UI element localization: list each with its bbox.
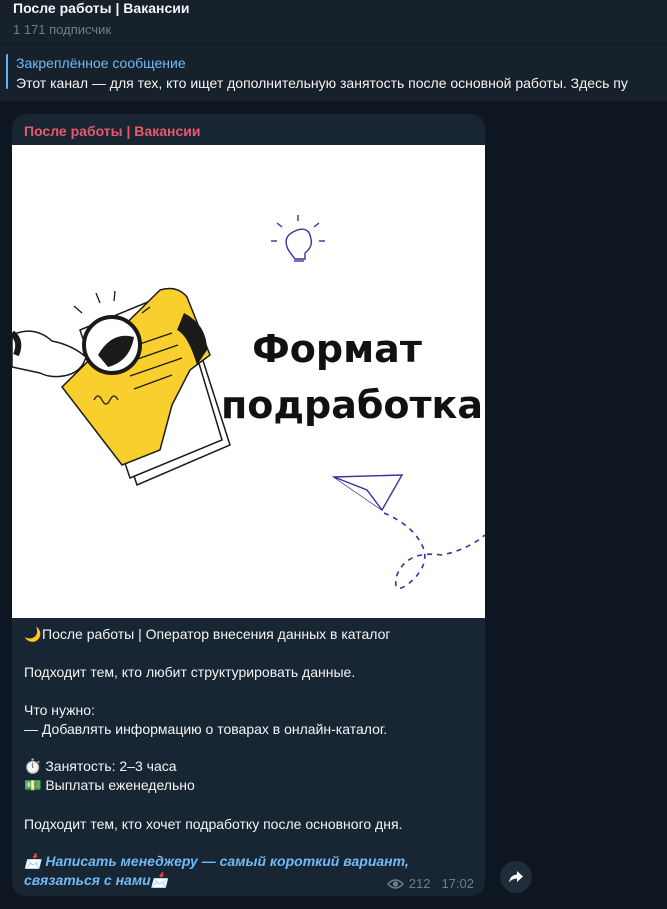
- hand: [12, 330, 87, 378]
- contact-link-line1[interactable]: 📩 Написать менеджеру — самый короткий ва…: [24, 853, 409, 870]
- message-bubble: После работы | Вакансии Формат подработк…: [12, 114, 485, 896]
- contact-link-text2[interactable]: связаться с нами: [24, 872, 151, 888]
- envelope-emoji: 📩: [24, 853, 42, 869]
- intro-line: Подходит тем, кто любит структурировать …: [24, 664, 356, 680]
- stopwatch-emoji: ⏱️: [24, 758, 42, 774]
- channel-title[interactable]: После работы | Вакансии: [13, 0, 189, 16]
- chat-header[interactable]: После работы | Вакансии 1 171 подписчик: [0, 0, 667, 44]
- illustration: Формат подработка: [12, 215, 485, 590]
- message-time: 17:02: [441, 876, 474, 891]
- moon-emoji: 🌙: [24, 626, 42, 642]
- headline-line2: подработка: [221, 383, 483, 427]
- message-author[interactable]: После работы | Вакансии: [24, 123, 200, 139]
- payments-line: 💵 Выплаты еженедельно: [24, 777, 195, 794]
- view-count: 212: [408, 876, 431, 891]
- post-title: После работы | Оператор внесения данных …: [42, 626, 391, 642]
- contact-link-line2[interactable]: связаться с нами📩: [24, 872, 168, 889]
- need-label: Что нужно:: [24, 702, 95, 718]
- employment-text: Занятость: 2–3 часа: [45, 758, 177, 774]
- pinned-text: Этот канал — для тех, кто ищет дополните…: [16, 75, 628, 91]
- message-meta: 212 17:02: [386, 876, 474, 891]
- share-button[interactable]: [500, 861, 532, 893]
- pinned-title: Закреплённое сообщение: [16, 55, 186, 71]
- pinned-message-bar[interactable]: Закреплённое сообщение Этот канал — для …: [0, 45, 667, 101]
- share-icon: [509, 871, 523, 883]
- need-item: — Добавлять информацию о товарах в онлай…: [24, 721, 388, 737]
- post-title-line: 🌙После работы | Оператор внесения данных…: [24, 626, 391, 643]
- plane-trail: [383, 512, 485, 590]
- message-image[interactable]: Формат подработка: [12, 145, 485, 618]
- employment-line: ⏱️ Занятость: 2–3 часа: [24, 758, 177, 775]
- payments-text: Выплаты еженедельно: [45, 777, 195, 793]
- banknote-emoji: 💵: [24, 777, 42, 793]
- subscriber-count: 1 171 подписчик: [13, 22, 112, 37]
- envelope-emoji: 📩: [150, 872, 169, 888]
- contact-link-text1[interactable]: Написать менеджеру — самый короткий вари…: [45, 853, 408, 869]
- headline-line1: Формат: [252, 327, 422, 371]
- pinned-indicator: [6, 54, 8, 89]
- eye-icon: [386, 878, 404, 889]
- closing-line: Подходит тем, кто хочет подработку после…: [24, 816, 403, 832]
- paper-plane-icon: [331, 474, 404, 512]
- lightbulb-icon: [271, 215, 325, 262]
